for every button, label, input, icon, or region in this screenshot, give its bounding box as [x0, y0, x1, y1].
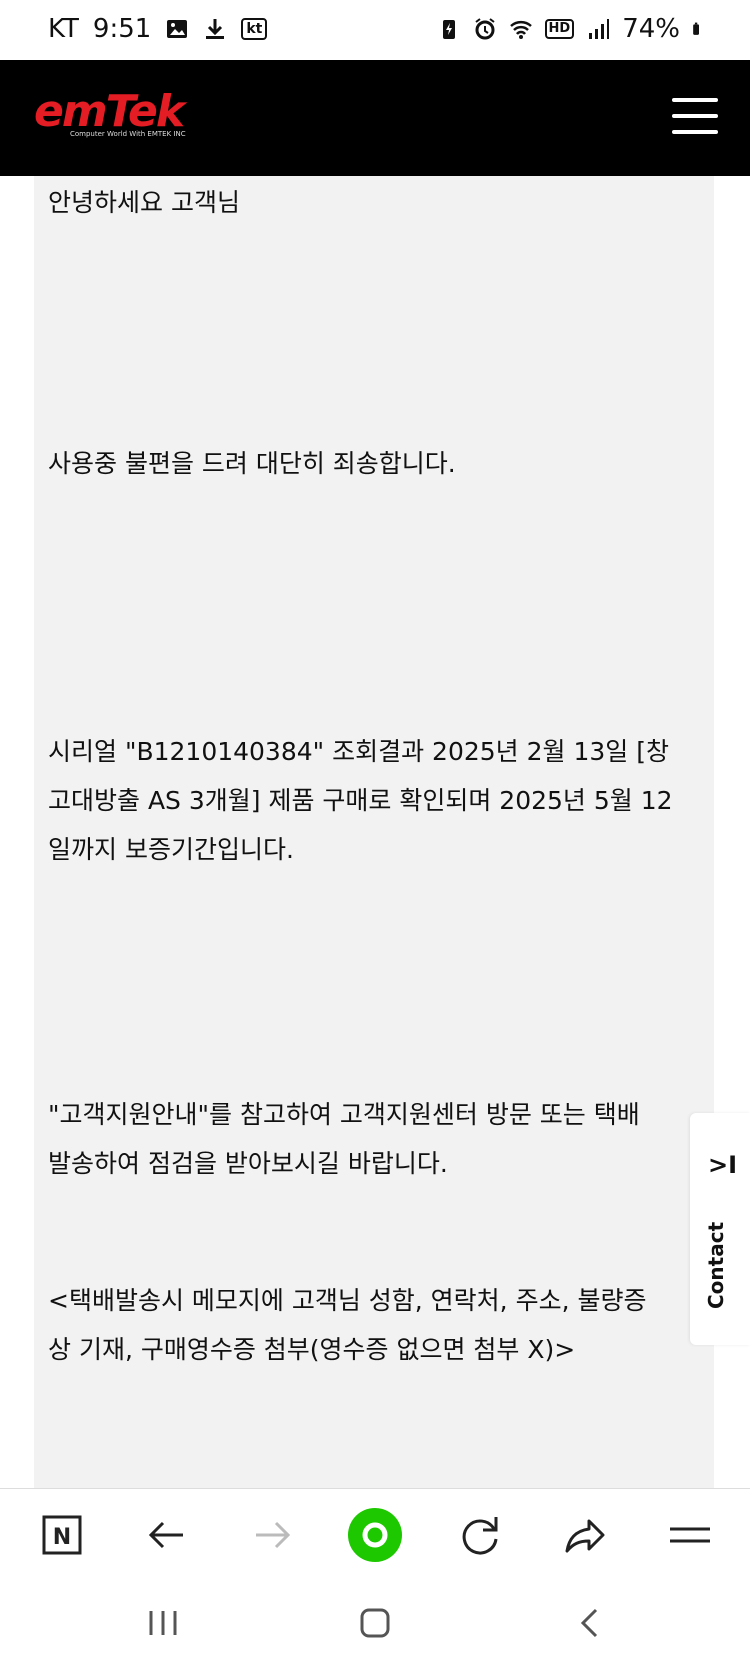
share-icon: [565, 1519, 605, 1553]
menu-button[interactable]: [660, 1505, 720, 1565]
browser-toolbar: N: [0, 1488, 750, 1581]
logo-text: emTek: [34, 86, 185, 137]
recent-apps-button[interactable]: [138, 1598, 188, 1648]
battery-saver-icon: [442, 20, 455, 39]
recent-apps-icon: [149, 1611, 177, 1635]
home-icon: [360, 1608, 390, 1638]
message-content: 안녕하세요 고객님 사용중 불편을 드려 대단히 죄송합니다. 시리얼 "B12…: [34, 176, 714, 1488]
serial-info-line-2: 고대방출 AS 3개월] 제품 구매로 확인되며 2025년 5월 12: [48, 786, 673, 815]
logo-subtext: Computer World With EMTEK INC: [70, 130, 186, 138]
status-bar: KT 9:51 kt HD 74%: [0, 0, 750, 60]
share-button[interactable]: [555, 1505, 615, 1565]
shipping-note-line-1: <택배발송시 메모지에 고객님 성함, 연락처, 주소, 불량증: [48, 1286, 647, 1315]
greeting-text: 안녕하세요 고객님: [48, 188, 240, 217]
battery-percent: 74%: [622, 14, 680, 44]
serial-info-line-1: 시리얼 "B1210140384" 조회결과 2025년 2월 13일 [창: [48, 737, 669, 766]
guide-line-2: 발송하여 점검을 받아보시길 바랍니다.: [48, 1149, 448, 1178]
shipping-note-line-2: 상 기재, 구매영수증 첨부(영수증 없으면 첨부 X)>: [48, 1335, 576, 1364]
kt-badge: kt: [241, 18, 268, 40]
menu-icon: [670, 1527, 710, 1543]
site-header: emTek Computer World With EMTEK INC: [0, 60, 750, 176]
hamburger-menu-button[interactable]: [672, 98, 718, 134]
forward-button[interactable]: [242, 1505, 302, 1565]
home-icon-letter: N: [53, 1525, 71, 1550]
download-icon: [206, 19, 225, 39]
green-dot-button[interactable]: [345, 1505, 405, 1565]
carrier-label: KT: [48, 14, 79, 44]
system-nav-bar: [0, 1580, 750, 1667]
serial-info-line-3: 일까지 보증기간입니다.: [48, 835, 294, 864]
refresh-button[interactable]: [450, 1505, 510, 1565]
signal-icon: [589, 19, 610, 39]
home-button[interactable]: [350, 1598, 400, 1648]
emtek-logo[interactable]: emTek Computer World With EMTEK INC: [34, 86, 186, 146]
apology-text: 사용중 불편을 드려 대단히 죄송합니다.: [48, 449, 456, 478]
collapse-arrow-icon[interactable]: >I: [708, 1151, 737, 1179]
battery-icon: [693, 22, 699, 35]
wifi-icon: [509, 21, 532, 39]
back-button[interactable]: [137, 1505, 197, 1565]
back-arrow-icon: [148, 1521, 183, 1549]
forward-arrow-icon: [256, 1521, 291, 1549]
clock: 9:51: [92, 14, 152, 44]
system-back-icon: [580, 1608, 598, 1638]
green-dot-icon: [348, 1508, 402, 1562]
gallery-icon: [167, 20, 188, 38]
guide-line-1: "고객지원안내"를 참고하여 고객지원센터 방문 또는 택배: [48, 1100, 640, 1129]
system-back-button[interactable]: [565, 1598, 615, 1648]
hd-badge: HD: [544, 19, 575, 39]
contact-label: Contact: [704, 1221, 728, 1309]
refresh-icon: [462, 1517, 498, 1555]
contact-side-tab[interactable]: >I Contact: [690, 1113, 750, 1345]
alarm-icon: [474, 18, 495, 40]
naver-home-button[interactable]: N: [32, 1505, 92, 1565]
